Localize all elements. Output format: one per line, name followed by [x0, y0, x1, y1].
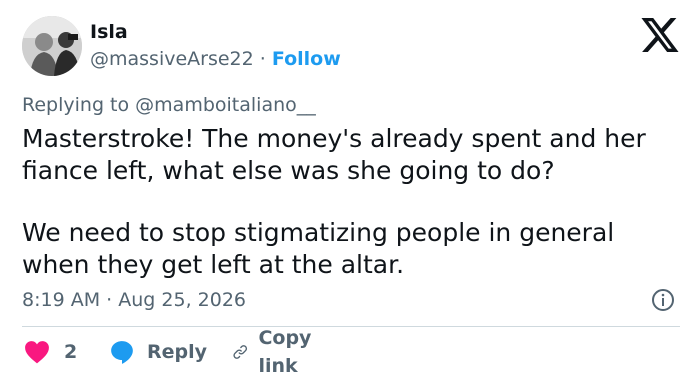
tweet-line: Masterstroke! The money's already spent …	[22, 124, 646, 153]
tweet-text: Masterstroke! The money's already spent …	[22, 123, 682, 281]
author-handle-row: @massiveArse22 · Follow	[90, 47, 341, 71]
reply-context-prefix: Replying to	[22, 94, 130, 116]
tweet-line: when they get left at the altar.	[22, 250, 405, 279]
tweet-line: fiance left, what else was she going to …	[22, 156, 555, 185]
tweet-date: Aug 25, 2026	[118, 289, 246, 311]
info-icon[interactable]	[651, 288, 675, 312]
follow-button[interactable]: Follow	[272, 48, 341, 70]
reply-context: Replying to @mamboitaliano__	[22, 93, 316, 117]
heart-icon	[25, 341, 49, 364]
author-handle[interactable]: @massiveArse22	[90, 48, 254, 70]
tweet-time: 8:19 AM	[22, 289, 101, 311]
like-count: 2	[64, 341, 78, 363]
timestamp-separator: ·	[106, 289, 113, 311]
divider	[22, 326, 680, 327]
avatar-image	[22, 16, 82, 76]
avatar[interactable]	[22, 16, 82, 76]
author-name[interactable]: Isla	[90, 20, 128, 44]
reply-mention-link[interactable]: @mamboitaliano__	[135, 94, 316, 116]
copy-link-button[interactable]: Copy link	[232, 327, 321, 377]
tweet-line: We need to stop stigmatizing people in g…	[22, 218, 615, 247]
copy-link-label: Copy link	[258, 327, 312, 377]
reply-button[interactable]: Reply	[109, 338, 207, 366]
link-icon	[233, 345, 248, 359]
tweet-timestamp[interactable]: 8:19 AM · Aug 25, 2026	[22, 288, 246, 312]
reply-label: Reply	[147, 341, 208, 363]
speech-bubble-icon	[111, 341, 133, 364]
like-button[interactable]: 2	[24, 338, 77, 366]
handle-separator: ·	[259, 48, 266, 70]
x-logo-icon[interactable]	[641, 18, 679, 52]
